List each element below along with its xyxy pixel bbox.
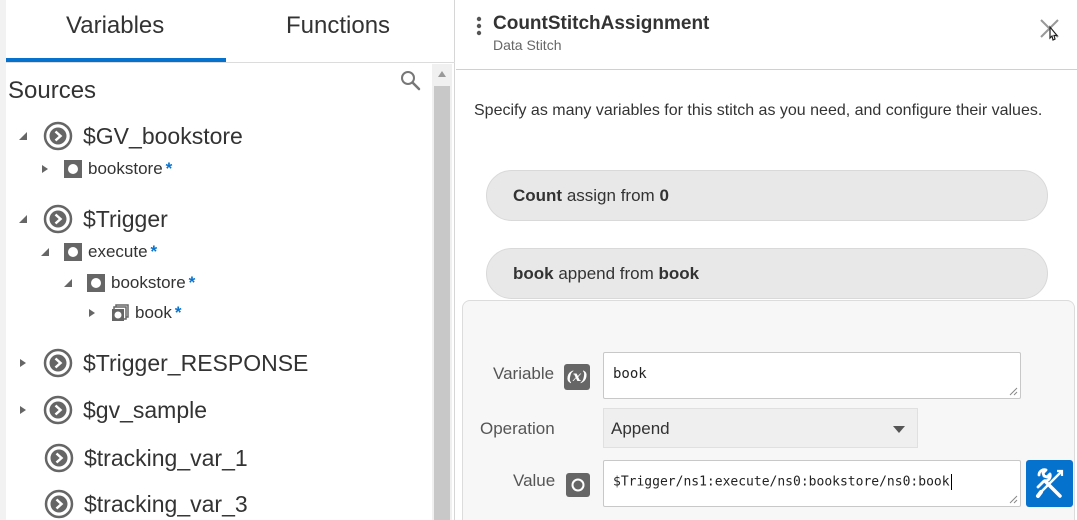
tree-node-tracking-var-1[interactable]: $tracking_var_1 [44,443,248,473]
resize-grip-icon[interactable] [1008,494,1018,504]
stitch-panel: CountStitchAssignment Data Stitch Specif… [456,0,1077,520]
text-cursor [950,474,952,490]
required-marker: * [174,303,182,322]
variable-label: Variable [493,364,555,383]
panel-title: CountStitchAssignment [493,13,710,34]
value-label: Value [513,471,556,490]
variable-input[interactable]: book [603,352,1021,399]
required-marker: * [150,242,158,261]
operation-label: Operation [480,419,555,438]
assignment-operation: assign from [566,185,655,205]
namespace-circle-arrow-icon [43,204,73,234]
tab-functions[interactable]: Functions [286,12,390,40]
required-marker: * [188,273,196,292]
assignment-variable: Count [513,185,563,205]
tree-node-gv-sample[interactable]: $gv_sample [16,395,207,425]
tree-node-book[interactable]: book * [85,303,182,323]
tree-node-label: $Trigger [83,205,168,232]
drag-handle-icon[interactable] [476,16,482,36]
assignment-item-book[interactable]: book append from book [486,248,1048,299]
assignment-variable: book [513,263,554,283]
collapsed-arrow-icon[interactable] [85,306,99,320]
namespace-circle-arrow-icon [44,443,74,473]
tree-node-label: $GV_bookstore [83,122,243,149]
element-value-icon [566,473,590,497]
header-divider [456,69,1077,70]
tree-node-label: $Trigger_RESPONSE [83,349,309,376]
tree-node-label: bookstore [111,273,186,292]
tree-node-tracking-var-3[interactable]: $tracking_var_3 [44,489,248,519]
tree-node-trigger-response[interactable]: $Trigger_RESPONSE [16,348,308,378]
namespace-circle-arrow-icon [44,489,74,519]
wrench-screwdriver-icon [1035,467,1063,498]
resize-grip-icon[interactable] [1008,386,1018,396]
tree-node-label: $gv_sample [83,396,208,423]
element-square-icon [64,243,82,261]
sources-panel: Variables Functions Sources $GV_bookstor… [0,0,455,520]
assignment-item-count[interactable]: Count assign from 0 [486,170,1048,221]
element-square-icon [64,160,82,178]
value-input-text: $Trigger/ns1:execute/ns0:bookstore/ns0:b… [613,474,950,490]
operation-selected-value: Append [611,419,670,438]
repeating-element-icon [111,304,129,322]
panel-edge [0,0,6,520]
expanded-arrow-icon[interactable] [16,129,30,143]
scroll-up-arrow-icon[interactable] [432,64,452,84]
collapsed-arrow-icon[interactable] [16,403,30,417]
tab-variables[interactable]: Variables [66,12,164,40]
namespace-circle-arrow-icon [43,348,73,378]
collapsed-arrow-icon[interactable] [38,162,52,176]
tab-divider [6,62,455,63]
close-button[interactable] [1038,16,1062,44]
expanded-arrow-icon[interactable] [16,212,30,226]
expanded-arrow-icon[interactable] [61,276,75,290]
close-icon[interactable] [1038,16,1062,44]
tree-node-label: book [135,303,172,322]
tree-node-label: bookstore [88,159,163,178]
tree-node-label: execute [88,242,148,261]
panel-description: Specify as many variables for this stitc… [474,102,1043,119]
required-marker: * [165,159,173,178]
assignment-source: book [658,263,700,283]
search-icon[interactable] [400,70,422,92]
expanded-arrow-icon[interactable] [38,245,52,259]
tree-node-label: $tracking_var_1 [84,444,248,471]
tree-node-trigger-bookstore[interactable]: bookstore * [61,273,195,293]
tree-node-label: $tracking_var_3 [84,490,248,517]
scroll-thumb[interactable] [434,86,450,520]
tree-node-trigger[interactable]: $Trigger [16,204,168,234]
collapsed-arrow-icon[interactable] [16,356,30,370]
namespace-circle-arrow-icon [43,121,73,151]
open-mapper-button[interactable] [1026,460,1073,507]
tree-node-execute[interactable]: execute * [38,242,157,262]
assignment-operation: append from [558,263,654,283]
chevron-down-icon [893,426,905,433]
operation-select[interactable]: Append [603,408,918,448]
element-square-icon [87,274,105,292]
panel-subtitle: Data Stitch [493,37,562,53]
assignment-editor: Variable (x) book Operation Append Value… [462,300,1075,520]
namespace-circle-arrow-icon [43,395,73,425]
tree-node-bookstore[interactable]: bookstore * [38,159,172,179]
variable-icon: (x) [564,364,590,390]
tree-scrollbar[interactable] [432,64,452,520]
variable-input-value: book [613,366,647,382]
sources-title: Sources [8,77,97,104]
assignment-source: 0 [659,185,669,205]
value-input[interactable]: $Trigger/ns1:execute/ns0:bookstore/ns0:b… [603,460,1021,507]
tree-node-gv-bookstore[interactable]: $GV_bookstore [16,121,243,151]
